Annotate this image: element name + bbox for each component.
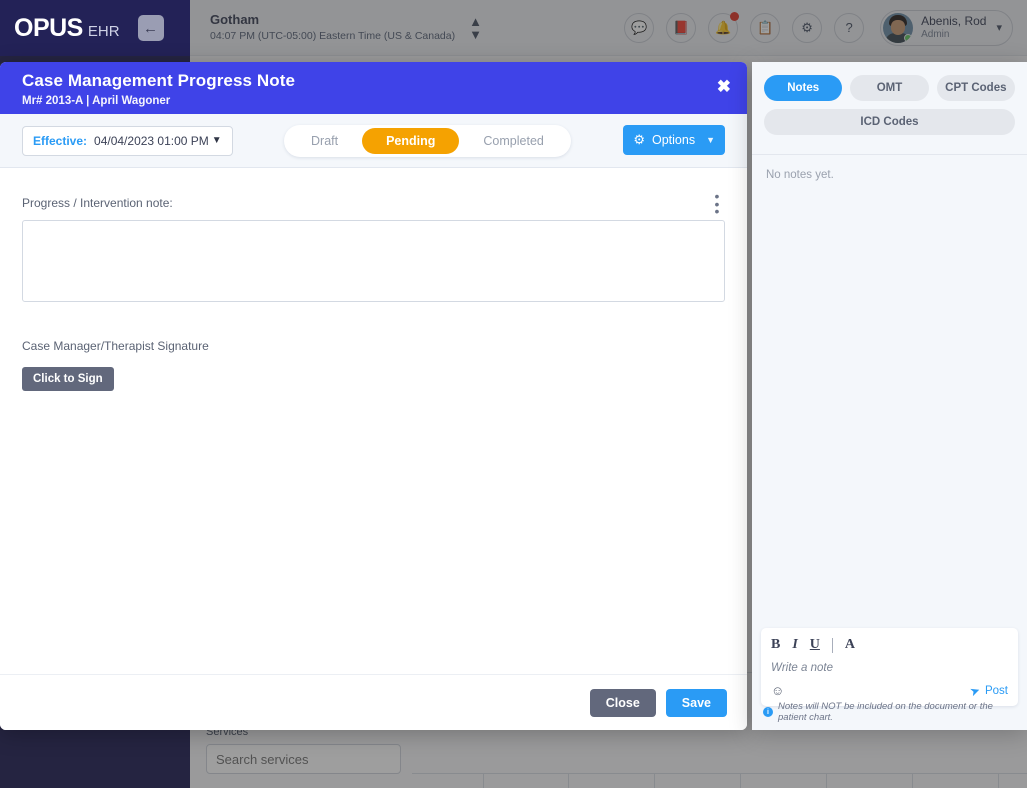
chevron-down-icon[interactable]: ▼ (706, 135, 715, 145)
close-button[interactable]: Close (589, 688, 656, 717)
tab-notes[interactable]: Notes (764, 75, 843, 101)
notes-empty-state: No notes yet. (766, 169, 834, 181)
status-toggle: Draft Pending Completed (284, 125, 571, 157)
signature-label: Case Manager/Therapist Signature (22, 339, 209, 353)
notes-disclaimer: i Notes will NOT be included on the docu… (763, 701, 1018, 723)
back-button[interactable]: ← (137, 15, 164, 41)
status-draft[interactable]: Draft (287, 128, 362, 154)
page-title: Case Management Progress Note (22, 71, 296, 90)
tab-omt[interactable]: OMT (850, 75, 929, 101)
effective-date-field[interactable]: Effective: 04/04/2023 01:00 PM ▼ (22, 125, 233, 156)
composer-actions: ☺ ➤ Post (771, 682, 1008, 699)
brand-bar: OPUS EHR ← (0, 0, 190, 56)
progress-note-modal: Case Management Progress Note Mr# 2013-A… (0, 62, 747, 730)
effective-value: 04/04/2023 01:00 PM (94, 133, 209, 148)
save-button[interactable]: Save (665, 688, 727, 717)
disclaimer-text: Notes will NOT be included on the docume… (778, 701, 993, 723)
text-color-button[interactable]: A (845, 637, 855, 653)
effective-label: Effective: (33, 133, 88, 148)
app-root: Gotham 04:07 PM (UTC-05:00) Eastern Time… (0, 0, 1027, 788)
chevron-down-icon[interactable]: ▼ (212, 135, 222, 146)
status-completed[interactable]: Completed (459, 128, 567, 154)
modal-toolbar: Effective: 04/04/2023 01:00 PM ▼ Draft P… (0, 114, 747, 168)
notes-tab-group: Notes OMT CPT Codes ICD Codes (752, 62, 1027, 154)
modal-footer: Close Save (0, 674, 747, 730)
logo-suffix: EHR (87, 22, 120, 40)
close-icon[interactable]: ✖ (717, 78, 731, 95)
gear-icon: ⚙ (633, 132, 645, 147)
tab-cpt-codes[interactable]: CPT Codes (936, 75, 1015, 101)
note-field-label: Progress / Intervention note: (22, 196, 173, 210)
click-to-sign-button[interactable]: Click to Sign (22, 367, 114, 391)
info-icon: i (763, 707, 773, 717)
format-toolbar: B I U A (771, 637, 1008, 653)
patient-subtitle: Mr# 2013-A | April Wagoner (22, 95, 171, 107)
italic-button[interactable]: I (792, 637, 797, 653)
kebab-menu-icon[interactable]: • • • (709, 189, 725, 218)
emoji-icon[interactable]: ☺ (771, 683, 784, 698)
note-composer: B I U A Write a note ☺ ➤ Post (761, 628, 1018, 706)
note-input[interactable]: Write a note (771, 662, 1008, 674)
send-icon: ➤ (967, 682, 983, 699)
modal-header: Case Management Progress Note Mr# 2013-A… (0, 62, 747, 114)
options-label: Options (651, 133, 696, 147)
logo[interactable]: OPUS EHR (14, 14, 120, 43)
post-button[interactable]: ➤ Post (967, 682, 1008, 699)
post-label: Post (984, 684, 1008, 697)
notes-side-panel: Notes OMT CPT Codes ICD Codes No notes y… (752, 62, 1027, 730)
status-pending[interactable]: Pending (362, 128, 460, 154)
tab-icd-codes[interactable]: ICD Codes (764, 109, 1015, 135)
underline-button[interactable]: U (810, 637, 820, 653)
modal-body: Progress / Intervention note: • • • Case M… (0, 168, 747, 724)
progress-note-textarea[interactable] (22, 220, 725, 302)
logo-text: OPUS (14, 13, 83, 42)
options-button[interactable]: ⚙ Options ▼ (623, 125, 725, 155)
divider (831, 637, 833, 653)
bold-button[interactable]: B (771, 637, 780, 653)
